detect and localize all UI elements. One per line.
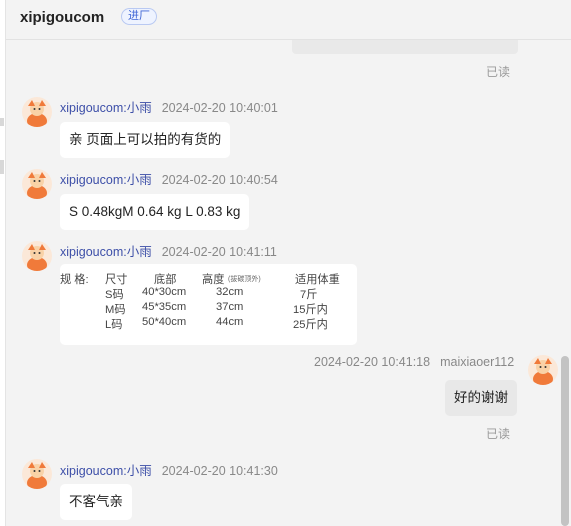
scrollbar-thumb[interactable] — [561, 356, 569, 526]
message-bubble[interactable]: S 0.48kgM 0.64 kg L 0.83 kg — [60, 194, 250, 230]
message-meta: xipigoucom:小雨 2024-02-20 10:41:11 — [60, 241, 277, 260]
message-time: 2024-02-20 10:41:11 — [161, 245, 277, 259]
message-meta: xipigoucom:小雨 2024-02-20 10:41:30 — [60, 460, 278, 479]
spec-header: 适用体重 — [295, 274, 340, 286]
cartoon-mascot-icon — [27, 172, 47, 199]
spec-cell: 45*35cm — [142, 301, 187, 313]
message-meta: xipigoucom:小雨 2024-02-20 10:40:54 — [60, 169, 278, 188]
spec-cell: M码 — [105, 304, 126, 316]
message-bubble[interactable]: 不客气亲 — [60, 484, 132, 520]
panel-marker — [0, 160, 4, 174]
avatar[interactable] — [22, 169, 52, 199]
chat-header: xipigoucom 进厂 — [6, 0, 571, 40]
panel-marker — [0, 118, 4, 126]
read-status: 已读 — [486, 65, 511, 79]
cartoon-mascot-icon — [533, 358, 553, 385]
message-meta: xipigoucom:小雨 2024-02-20 10:40:01 — [60, 97, 278, 116]
message-bubble[interactable]: 亲 页面上可以拍的有货的 — [60, 122, 231, 158]
cartoon-mascot-icon — [27, 100, 47, 127]
message-time: 2024-02-20 10:40:54 — [161, 173, 278, 187]
status-badge[interactable]: 进厂 — [121, 8, 157, 25]
spec-cell: S码 — [105, 289, 124, 301]
message-meta: 2024-02-20 10:41:18 maixiaoer112 — [314, 355, 514, 369]
avatar[interactable] — [22, 97, 52, 127]
sender-name[interactable]: xipigoucom:小雨 — [60, 173, 152, 187]
cartoon-mascot-icon — [27, 462, 47, 489]
spec-cell: 37cm — [216, 301, 244, 313]
message-bubble[interactable]: 好的谢谢 — [445, 380, 517, 416]
message-time: 2024-02-20 10:41:30 — [161, 464, 278, 478]
read-status: 已读 — [486, 427, 511, 441]
message-time: 2024-02-20 10:41:18 — [314, 355, 431, 369]
spec-cell: 44cm — [216, 316, 244, 328]
size-table-image[interactable]: 规 格: 尺寸 底部 高度 (拔碳顶外) 适用体重 S码 40*30cm 32c… — [60, 264, 357, 345]
spec-label: 规 格: — [60, 274, 89, 286]
left-panel-edge — [0, 0, 6, 526]
spec-cell: 15斤内 — [293, 304, 328, 316]
message-time: 2024-02-20 10:40:01 — [161, 101, 278, 115]
spec-cell: 50*40cm — [142, 316, 187, 328]
spec-header: 高度 — [202, 274, 225, 286]
spec-header-note: (拔碳顶外) — [228, 276, 261, 283]
avatar[interactable] — [22, 459, 52, 489]
avatar[interactable] — [22, 241, 52, 271]
cartoon-mascot-icon — [27, 244, 47, 271]
sender-name[interactable]: xipigoucom:小雨 — [60, 101, 152, 115]
chat-title: xipigoucom — [20, 9, 105, 26]
avatar[interactable] — [528, 355, 558, 385]
spec-cell: 7斤 — [300, 289, 318, 301]
sender-name[interactable]: maixiaoer112 — [440, 355, 514, 369]
spec-header: 尺寸 — [105, 274, 128, 286]
spec-cell: 32cm — [216, 286, 244, 298]
spec-header: 底部 — [154, 274, 177, 286]
spec-cell: L码 — [105, 319, 123, 331]
sender-name[interactable]: xipigoucom:小雨 — [60, 464, 152, 478]
sender-name[interactable]: xipigoucom:小雨 — [60, 245, 152, 259]
spec-cell: 40*30cm — [142, 286, 187, 298]
spec-cell: 25斤内 — [293, 319, 328, 331]
